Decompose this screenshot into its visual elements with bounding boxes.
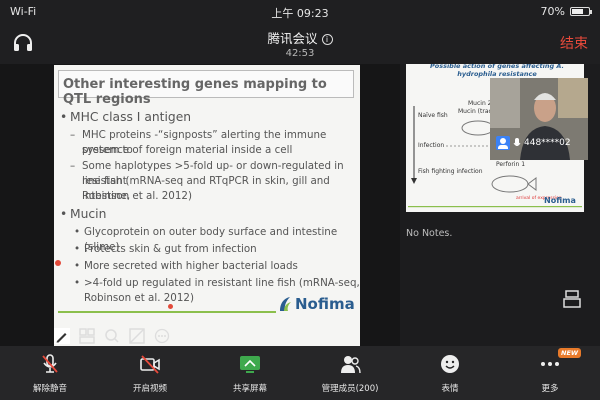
laser-pointer-dot bbox=[55, 260, 61, 266]
more-tools-icon[interactable] bbox=[154, 328, 170, 344]
meeting-header: 腾讯会议 i 42:53 结束 bbox=[0, 22, 600, 64]
notes-area: No Notes. bbox=[406, 228, 453, 239]
unmute-label: 解除静音 bbox=[32, 384, 67, 394]
nofima-logo: Nofima bbox=[278, 295, 355, 313]
new-badge: NEW bbox=[558, 348, 582, 358]
nofima-mark-icon bbox=[280, 297, 291, 311]
share-screen-button[interactable]: 共享屏幕 bbox=[200, 346, 300, 400]
sub-bullet: >4-fold up regulated in resistant line f… bbox=[74, 276, 360, 291]
shared-content-area: Other interesting genes mapping to QTL r… bbox=[0, 64, 600, 387]
more-label: 更多 bbox=[541, 384, 559, 394]
unmute-button[interactable]: 解除静音 bbox=[0, 346, 100, 400]
mic-muted-icon bbox=[42, 354, 58, 373]
more-button[interactable]: NEW 更多 bbox=[500, 346, 600, 400]
right-panel: Possible action of genes affecting A. hy… bbox=[400, 64, 600, 346]
bullet-mhc: MHC class I antigen bbox=[60, 110, 191, 124]
slide-title: Other interesting genes mapping to QTL r… bbox=[58, 70, 354, 107]
emoji-button[interactable]: 表情 bbox=[400, 346, 500, 400]
share-screen-label: 共享屏幕 bbox=[232, 384, 267, 394]
status-bar: Wi-Fi 上午 09:23 70% bbox=[0, 0, 600, 22]
manage-members-label: 管理成员(200) bbox=[321, 384, 379, 394]
zoom-icon[interactable] bbox=[104, 328, 120, 344]
share-screen-icon bbox=[240, 356, 260, 373]
sub-bullet-cont: presence of foreign material inside a ce… bbox=[82, 144, 293, 156]
thumbnail-logo: Nofima bbox=[544, 196, 576, 205]
user-avatar-icon bbox=[496, 136, 510, 150]
laser-pointer-dot bbox=[168, 304, 173, 309]
start-video-button[interactable]: 开启视频 bbox=[100, 346, 200, 400]
clock: 上午 09:23 bbox=[271, 7, 329, 20]
start-video-label: 开启视频 bbox=[132, 384, 167, 394]
window-switch-icon[interactable] bbox=[562, 289, 582, 309]
participant-name: 448****02 bbox=[524, 138, 571, 148]
camera-off-icon bbox=[140, 355, 160, 374]
sub-bullet: Protects skin & gut from infection bbox=[74, 242, 257, 257]
emoji-label: 表情 bbox=[441, 384, 459, 394]
layout-icon[interactable] bbox=[79, 328, 95, 344]
pen-icon[interactable] bbox=[54, 328, 70, 344]
sub-bullet: More secreted with higher bacterial load… bbox=[74, 259, 298, 274]
sub-bullet-cont: Robinson et al. 2012) bbox=[82, 190, 192, 202]
sub-bullet-cont: Robinson et al. 2012) bbox=[84, 292, 194, 304]
eraser-icon[interactable] bbox=[129, 328, 145, 344]
participant-label: 448****02 bbox=[496, 136, 571, 150]
info-icon[interactable]: i bbox=[321, 34, 333, 45]
end-meeting-button[interactable]: 结束 bbox=[560, 33, 588, 53]
emoji-icon bbox=[441, 355, 459, 373]
annotation-toolbar bbox=[54, 326, 184, 346]
manage-members-button[interactable]: 管理成员(200) bbox=[300, 346, 400, 400]
slide-divider bbox=[58, 311, 276, 313]
bullet-mucin: Mucin bbox=[60, 207, 106, 221]
meeting-duration: 42:53 bbox=[285, 48, 315, 59]
mic-icon bbox=[513, 137, 521, 146]
meeting-title[interactable]: 腾讯会议 i bbox=[0, 28, 600, 47]
meeting-window: Wi-Fi 上午 09:23 70% 腾讯会议 i 42:53 结束 Other… bbox=[0, 0, 600, 400]
battery-icon bbox=[570, 6, 592, 16]
members-icon bbox=[341, 356, 361, 374]
bottom-toolbar: 解除静音 开启视频 共享屏幕 管理成员(200) 表情 NEW 更多 bbox=[0, 346, 600, 400]
